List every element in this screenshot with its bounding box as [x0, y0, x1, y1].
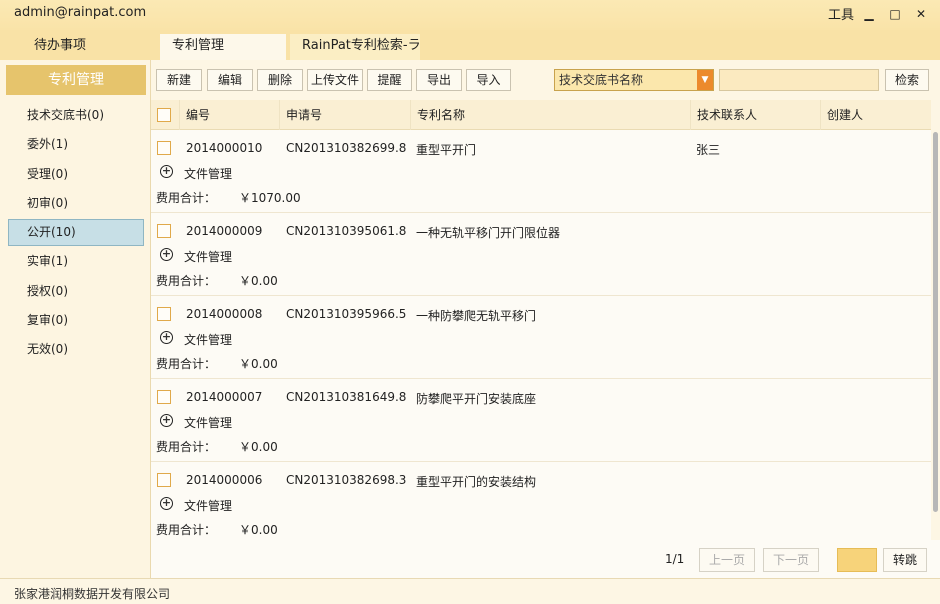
file-management-link[interactable]: 文件管理	[184, 331, 232, 348]
table-row[interactable]: 2014000008 CN201310395966.5 一种防攀爬无轨平移门 +…	[151, 296, 931, 379]
fee-total-value: ￥0.00	[239, 440, 278, 454]
row-contact: 张三	[696, 143, 721, 157]
minimize-icon[interactable]: ▁	[858, 4, 880, 24]
expand-icon[interactable]: +	[160, 497, 173, 510]
tab-patent-search[interactable]: RainPat专利检索-ラ	[290, 34, 420, 60]
chevron-down-icon[interactable]: ▼	[697, 70, 713, 90]
status-bar: 张家港润桐数据开发有限公司	[0, 578, 940, 604]
fee-total-label: 费用合计：	[156, 191, 217, 205]
fee-total-label: 费用合计：	[156, 440, 217, 454]
row-number: 2014000010	[186, 141, 263, 155]
patent-list: 2014000010 CN201310382699.8 重型平开门 张三 + 文…	[151, 130, 931, 540]
select-all-checkbox[interactable]	[157, 108, 171, 122]
close-icon[interactable]: ✕	[910, 4, 932, 24]
sidebar-item-reexam[interactable]: 复审(0)	[8, 307, 144, 334]
file-management-link[interactable]: 文件管理	[184, 497, 232, 514]
page-number-input[interactable]	[837, 548, 877, 572]
search-button[interactable]: 检索	[885, 69, 929, 91]
company-name: 张家港润桐数据开发有限公司	[14, 587, 171, 601]
tab-todo[interactable]: 待办事项	[22, 34, 142, 60]
sidebar-item-outsourced[interactable]: 委外(1)	[8, 131, 144, 158]
table-row[interactable]: 2014000007 CN201310381649.8 防攀爬平开门安装底座 +…	[151, 379, 931, 462]
expand-icon[interactable]: +	[160, 414, 173, 427]
row-number: 2014000006	[186, 473, 263, 487]
row-checkbox[interactable]	[157, 141, 171, 155]
sidebar-item-preliminary[interactable]: 初审(0)	[8, 190, 144, 217]
vertical-scrollbar[interactable]	[931, 100, 940, 540]
column-application-no[interactable]: 申请号	[279, 100, 410, 130]
sidebar-header: 专利管理	[6, 65, 146, 95]
fee-total-label: 费用合计：	[156, 274, 217, 288]
fee-total-value: ￥1070.00	[239, 191, 301, 205]
file-management-link[interactable]: 文件管理	[184, 165, 232, 182]
expand-icon[interactable]: +	[160, 165, 173, 178]
sidebar-item-published[interactable]: 公开(10)	[8, 219, 144, 246]
scrollbar-thumb[interactable]	[933, 132, 938, 512]
upload-file-button[interactable]: 上传文件	[307, 69, 363, 91]
row-patent-name: 一种防攀爬无轨平移门	[416, 309, 537, 323]
column-number[interactable]: 编号	[179, 100, 279, 130]
table-row[interactable]: 2014000010 CN201310382699.8 重型平开门 张三 + 文…	[151, 130, 931, 213]
column-contact[interactable]: 技术联系人	[690, 100, 820, 130]
row-patent-name: 重型平开门的安装结构	[416, 475, 537, 489]
sidebar-item-invalid[interactable]: 无效(0)	[8, 336, 144, 363]
row-checkbox[interactable]	[157, 224, 171, 238]
search-input[interactable]	[719, 69, 879, 91]
fee-total-label: 费用合计：	[156, 523, 217, 537]
sidebar-item-substantive[interactable]: 实审(1)	[8, 248, 144, 275]
maximize-icon[interactable]: □	[884, 4, 906, 24]
file-management-link[interactable]: 文件管理	[184, 248, 232, 265]
table-header: 编号 申请号 专利名称 技术联系人 创建人	[151, 100, 931, 130]
row-application-no: CN201310395966.5	[286, 307, 407, 321]
sidebar-item-accepted[interactable]: 受理(0)	[8, 161, 144, 188]
row-application-no: CN201310395061.8	[286, 224, 407, 238]
row-checkbox[interactable]	[157, 473, 171, 487]
fee-total-value: ￥0.00	[239, 523, 278, 537]
expand-icon[interactable]: +	[160, 248, 173, 261]
user-account: admin@rainpat.com	[14, 5, 147, 20]
search-type-value: 技术交底书名称	[559, 73, 644, 87]
table-row[interactable]: 2014000009 CN201310395061.8 一种无轨平移门开门限位器…	[151, 213, 931, 296]
sidebar: 专利管理 技术交底书(0) 委外(1) 受理(0) 初审(0) 公开(10) 实…	[0, 60, 151, 578]
row-application-no: CN201310382698.3	[286, 473, 407, 487]
title-bar: admin@rainpat.com 工具 ▁ □ ✕	[0, 0, 940, 30]
row-number: 2014000009	[186, 224, 263, 238]
next-page-button[interactable]: 下一页	[763, 548, 819, 572]
row-patent-name: 防攀爬平开门安装底座	[416, 392, 537, 406]
fee-total-value: ￥0.00	[239, 357, 278, 371]
sidebar-item-granted[interactable]: 授权(0)	[8, 278, 144, 305]
fee-total-value: ￥0.00	[239, 274, 278, 288]
row-checkbox[interactable]	[157, 307, 171, 321]
sidebar-item-disclosure[interactable]: 技术交底书(0)	[8, 102, 144, 129]
row-checkbox[interactable]	[157, 390, 171, 404]
toolbar: 新建 编辑 删除 上传文件 提醒 导出 导入 技术交底书名称 ▼ 检索	[151, 60, 940, 100]
row-application-no: CN201310381649.8	[286, 390, 407, 404]
row-number: 2014000007	[186, 390, 263, 404]
jump-button[interactable]: 转跳	[883, 548, 927, 572]
delete-button[interactable]: 删除	[257, 69, 303, 91]
column-creator[interactable]: 创建人	[820, 100, 931, 130]
tools-menu[interactable]: 工具	[828, 4, 854, 23]
new-button[interactable]: 新建	[156, 69, 202, 91]
row-application-no: CN201310382699.8	[286, 141, 407, 155]
pagination: 1/1 上一页 下一页 转跳	[151, 540, 940, 578]
row-number: 2014000008	[186, 307, 263, 321]
expand-icon[interactable]: +	[160, 331, 173, 344]
tab-strip: 待办事项 专利管理 RainPat专利检索-ラ	[0, 30, 940, 60]
tab-patent-management[interactable]: 专利管理	[160, 34, 286, 60]
column-patent-name[interactable]: 专利名称	[410, 100, 690, 130]
import-button[interactable]: 导入	[466, 69, 511, 91]
remind-button[interactable]: 提醒	[367, 69, 412, 91]
search-type-select[interactable]: 技术交底书名称 ▼	[554, 69, 714, 91]
export-button[interactable]: 导出	[416, 69, 462, 91]
page-info: 1/1	[665, 552, 685, 566]
table-row[interactable]: 2014000006 CN201310382698.3 重型平开门的安装结构 +…	[151, 462, 931, 540]
edit-button[interactable]: 编辑	[207, 69, 253, 91]
prev-page-button[interactable]: 上一页	[699, 548, 755, 572]
row-patent-name: 一种无轨平移门开门限位器	[416, 226, 561, 240]
fee-total-label: 费用合计：	[156, 357, 217, 371]
file-management-link[interactable]: 文件管理	[184, 414, 232, 431]
row-patent-name: 重型平开门	[416, 143, 477, 157]
